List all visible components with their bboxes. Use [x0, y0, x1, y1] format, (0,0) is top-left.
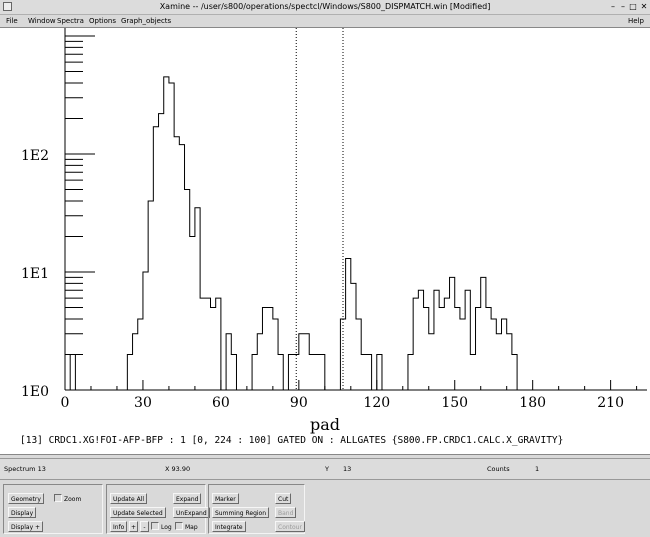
cut-button[interactable]: Cut [275, 493, 292, 504]
log-label: Log [161, 524, 172, 531]
info-button[interactable]: Info [110, 521, 128, 532]
maximize-icon[interactable]: □ [628, 0, 638, 14]
y-tick-label: 1E2 [21, 148, 49, 164]
map-label: Map [185, 524, 198, 531]
zoom-label: Zoom [64, 496, 82, 503]
zoom-checkbox-box[interactable] [54, 494, 62, 502]
status-counts-label: Counts [487, 465, 510, 473]
close-icon[interactable]: ✕ [639, 0, 649, 14]
x-tick-label: 180 [519, 395, 546, 411]
status-y-label: Y [325, 465, 329, 473]
menu-help[interactable]: Help [628, 15, 644, 27]
app-icon[interactable] [3, 2, 12, 11]
histogram-plot[interactable]: 1E0 1E1 1E2 0 30 60 90 120 150 180 210 pad [0, 28, 650, 456]
minimize-icon[interactable]: – [608, 0, 618, 14]
map-checkbox-box[interactable] [175, 522, 183, 530]
menu-options[interactable]: Options [89, 15, 116, 27]
menu-window[interactable]: Window [28, 15, 56, 27]
band-button[interactable]: Band [275, 507, 297, 518]
status-bar: Spectrum 13 X 93.90 Y 13 Counts 1 [0, 458, 650, 480]
map-checkbox[interactable]: Map [175, 522, 198, 532]
y-tick-label: 1E1 [21, 266, 49, 282]
x-tick-label: 120 [363, 395, 390, 411]
summing-region-button[interactable]: Summing Region [212, 507, 270, 518]
minus-button[interactable]: - [140, 521, 149, 532]
display-button[interactable]: Display [8, 507, 37, 518]
expand-button[interactable]: Expand [173, 493, 202, 504]
integrate-button[interactable]: Integrate [212, 521, 246, 532]
update-selected-button[interactable]: Update Selected [110, 507, 166, 518]
menu-graph-objects[interactable]: Graph_objects [121, 15, 171, 27]
update-group: Update All Expand Update Selected UnExpa… [106, 484, 210, 534]
spectrum-caption: [13] CRDC1.XG!FOI-AFP-BFP : 1 [0, 224 : … [20, 435, 564, 446]
log-checkbox[interactable]: Log [151, 522, 172, 532]
plus-button[interactable]: + [129, 521, 138, 532]
x-tick-label: 30 [134, 395, 152, 411]
window-titlebar: Xamine -- /user/s800/operations/spectcl/… [0, 0, 650, 15]
menu-file[interactable]: File [6, 15, 18, 27]
y-tick-label: 1E0 [21, 384, 49, 400]
status-x: X 93.90 [165, 465, 191, 473]
x-tick-label: 0 [61, 395, 70, 411]
x-tick-label: 210 [597, 395, 624, 411]
x-tick-label: 60 [212, 395, 230, 411]
object-group: Marker Cut Summing Region Band Integrate… [208, 484, 305, 534]
status-counts-value: 1 [535, 465, 540, 473]
zoom-checkbox[interactable]: Zoom [54, 494, 81, 504]
status-y-value: 13 [343, 465, 352, 473]
spectrum-pane[interactable]: 1E0 1E1 1E2 0 30 60 90 120 150 180 210 pad [13] CRD… [0, 27, 650, 455]
unexpand-button[interactable]: UnExpand [173, 507, 210, 518]
geometry-group: Geometry Zoom Display Display + [3, 484, 103, 534]
control-panel: Geometry Zoom Display Display + Update A… [0, 481, 650, 537]
window-title: Xamine -- /user/s800/operations/spectcl/… [159, 2, 491, 11]
update-all-button[interactable]: Update All [110, 493, 148, 504]
menubar: File Window Spectra Options Graph_object… [0, 15, 650, 27]
log-checkbox-box[interactable] [151, 522, 159, 530]
status-spectrum: Spectrum 13 [4, 465, 46, 473]
iconify-icon[interactable]: – [618, 0, 628, 14]
x-tick-label: 90 [290, 395, 308, 411]
marker-button[interactable]: Marker [212, 493, 239, 504]
contour-button[interactable]: Contour [275, 521, 305, 532]
x-axis-label: pad [310, 415, 340, 434]
x-tick-label: 150 [441, 395, 468, 411]
geometry-button[interactable]: Geometry [8, 493, 44, 504]
menu-spectra[interactable]: Spectra [57, 15, 84, 27]
histogram-trace [65, 76, 647, 391]
display-plus-button[interactable]: Display + [8, 521, 44, 532]
